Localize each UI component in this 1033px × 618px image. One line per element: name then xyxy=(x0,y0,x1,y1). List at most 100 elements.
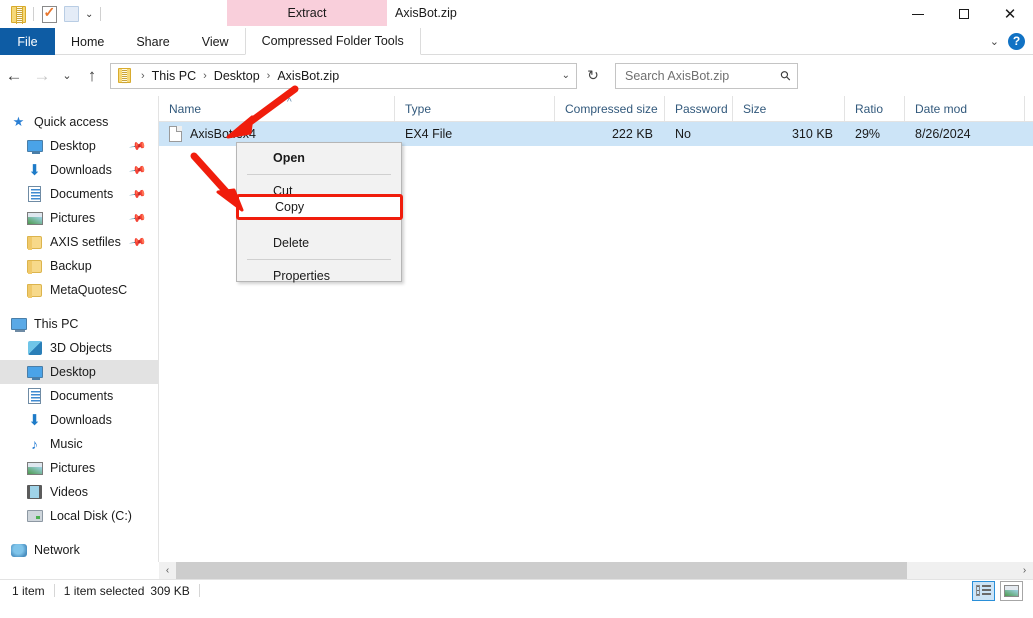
breadcrumb-zip-icon xyxy=(118,68,131,84)
sidebar-label-documents: Documents xyxy=(50,389,114,403)
column-header-name[interactable]: Name xyxy=(159,96,395,121)
close-button[interactable]: ✕ xyxy=(987,0,1033,28)
sidebar-item-quick-access[interactable]: ★ Quick access xyxy=(0,110,158,134)
context-menu-separator-2 xyxy=(247,259,391,260)
sidebar-item-this-pc[interactable]: This PC xyxy=(0,312,158,336)
sidebar-item-videos[interactable]: Videos xyxy=(0,480,158,504)
monitor-icon xyxy=(26,138,43,155)
column-header-compressed-size[interactable]: Compressed size xyxy=(555,96,665,121)
sidebar-item-backup[interactable]: Backup xyxy=(0,254,158,278)
sidebar-label-network: Network xyxy=(34,543,80,557)
breadcrumb-separator-2: › xyxy=(266,69,271,82)
customize-qat-chevron-down-icon[interactable]: ⌄ xyxy=(82,9,96,20)
pin-icon[interactable]: 📌 xyxy=(129,209,148,228)
breadcrumb-item-this-pc[interactable]: This PC xyxy=(150,69,198,83)
pin-icon[interactable]: 📌 xyxy=(129,137,148,156)
breadcrumb-item-axisbot-zip[interactable]: AxisBot.zip xyxy=(275,69,341,83)
help-icon[interactable]: ? xyxy=(1008,32,1025,50)
sidebar-item-downloads-quick[interactable]: ⬇ Downloads 📌 xyxy=(0,158,158,182)
search-placeholder: Search AxisBot.zip xyxy=(625,68,730,83)
column-header-type[interactable]: Type xyxy=(395,96,555,121)
breadcrumb-dropdown-chevron-down-icon[interactable]: ⌄ xyxy=(562,70,570,81)
cell-type: EX4 File xyxy=(405,127,453,141)
column-header-password[interactable]: Password ... xyxy=(665,96,733,121)
breadcrumb-item-desktop[interactable]: Desktop xyxy=(212,69,262,83)
sort-ascending-caret-icon: ^ xyxy=(287,97,292,108)
scroll-left-arrow-icon[interactable]: ‹ xyxy=(159,562,176,579)
status-divider-2 xyxy=(198,584,200,597)
minimize-button[interactable] xyxy=(895,0,941,28)
sidebar-label-desktop: Desktop xyxy=(50,365,96,379)
sidebar-item-pictures[interactable]: Pictures xyxy=(0,456,158,480)
forward-button[interactable]: → xyxy=(28,61,56,91)
sidebar-item-documents-quick[interactable]: Documents 📌 xyxy=(0,182,158,206)
navigation-pane[interactable]: ★ Quick access Desktop 📌 ⬇ Downloads 📌 D… xyxy=(0,96,159,562)
sidebar-gap-2 xyxy=(0,528,158,538)
pin-icon[interactable]: 📌 xyxy=(129,161,148,180)
sidebar-item-music[interactable]: ♪ Music xyxy=(0,432,158,456)
context-menu-separator-1 xyxy=(247,174,391,175)
folder-icon xyxy=(26,234,43,251)
sidebar-item-desktop-quick[interactable]: Desktop 📌 xyxy=(0,134,158,158)
large-icons-view-icon xyxy=(1004,584,1019,597)
tab-home[interactable]: Home xyxy=(55,28,120,55)
cell-password: No xyxy=(675,127,691,141)
tab-file[interactable]: File xyxy=(0,28,55,55)
ribbon-right-controls: ⌄ ? xyxy=(990,28,1033,54)
large-icons-view-button[interactable] xyxy=(1000,580,1023,601)
scrollbar-track[interactable] xyxy=(176,562,1016,579)
tab-compressed-folder-tools[interactable]: Compressed Folder Tools xyxy=(244,28,421,55)
sidebar-item-axis-setfiles[interactable]: AXIS setfiles 📌 xyxy=(0,230,158,254)
sidebar-item-metaquotesc[interactable]: MetaQuotesC xyxy=(0,278,158,302)
scroll-right-arrow-icon[interactable]: › xyxy=(1016,562,1033,579)
music-note-icon: ♪ xyxy=(31,436,38,452)
sidebar-item-3d-objects[interactable]: 3D Objects xyxy=(0,336,158,360)
horizontal-scrollbar[interactable]: ‹ › xyxy=(159,562,1033,579)
network-icon xyxy=(10,542,27,559)
back-button[interactable]: ← xyxy=(0,61,28,91)
sidebar-label-backup: Backup xyxy=(50,259,92,273)
new-folder-icon[interactable] xyxy=(60,3,82,25)
cell-compressed-size: 222 KB xyxy=(611,127,653,141)
address-bar: ← → ⌄ ↑ › This PC › Desktop › AxisBot.zi… xyxy=(0,55,1033,96)
sidebar-item-network[interactable]: Network xyxy=(0,538,158,562)
document-icon xyxy=(26,186,43,203)
sidebar-item-local-disk-c[interactable]: Local Disk (C:) xyxy=(0,504,158,528)
collapse-ribbon-chevron-down-icon[interactable]: ⌄ xyxy=(990,35,999,48)
context-menu-item-properties[interactable]: Properties xyxy=(237,263,401,289)
maximize-button[interactable] xyxy=(941,0,987,28)
recent-locations-chevron-down-icon[interactable]: ⌄ xyxy=(56,61,78,91)
context-menu-item-open[interactable]: Open xyxy=(237,145,401,171)
window-title: AxisBot.zip xyxy=(395,6,457,20)
search-input[interactable]: Search AxisBot.zip ⚲ xyxy=(615,62,798,89)
properties-icon[interactable] xyxy=(38,3,60,25)
sidebar-item-pictures-quick[interactable]: Pictures 📌 xyxy=(0,206,158,230)
folder-icon xyxy=(26,258,43,275)
pin-icon[interactable]: 📌 xyxy=(129,185,148,204)
tab-share[interactable]: Share xyxy=(120,28,185,55)
ribbon-tab-bar: File Home Share View Compressed Folder T… xyxy=(0,28,1033,55)
copy-highlight-box[interactable]: Copy xyxy=(236,194,403,220)
scrollbar-thumb[interactable] xyxy=(176,562,907,579)
sidebar-item-downloads[interactable]: ⬇ Downloads xyxy=(0,408,158,432)
context-menu-item-delete[interactable]: Delete xyxy=(237,230,401,256)
column-header-size[interactable]: Size xyxy=(733,96,845,121)
file-name-text: AxisBot.ex4 xyxy=(190,127,257,141)
column-header-ratio[interactable]: Ratio xyxy=(845,96,905,121)
sidebar-item-desktop[interactable]: Desktop xyxy=(0,360,158,384)
qat-divider-1 xyxy=(33,7,34,21)
up-button[interactable]: ↑ xyxy=(78,61,106,91)
tab-view[interactable]: View xyxy=(186,28,245,55)
refresh-button[interactable]: ↻ xyxy=(579,63,607,89)
pin-icon[interactable]: 📌 xyxy=(129,233,148,252)
view-mode-buttons xyxy=(972,580,1033,601)
file-icon xyxy=(169,126,182,142)
sidebar-label-desktop-quick: Desktop xyxy=(50,139,96,153)
column-header-date-modified[interactable]: Date mod xyxy=(905,96,1025,121)
cell-date-modified: 8/26/2024 xyxy=(915,127,971,141)
breadcrumb[interactable]: › This PC › Desktop › AxisBot.zip ⌄ xyxy=(110,62,577,89)
context-menu-item-copy[interactable]: Copy xyxy=(275,197,304,217)
sidebar-item-documents[interactable]: Documents xyxy=(0,384,158,408)
status-item-count: 1 item xyxy=(12,583,45,598)
details-view-button[interactable] xyxy=(972,580,995,601)
